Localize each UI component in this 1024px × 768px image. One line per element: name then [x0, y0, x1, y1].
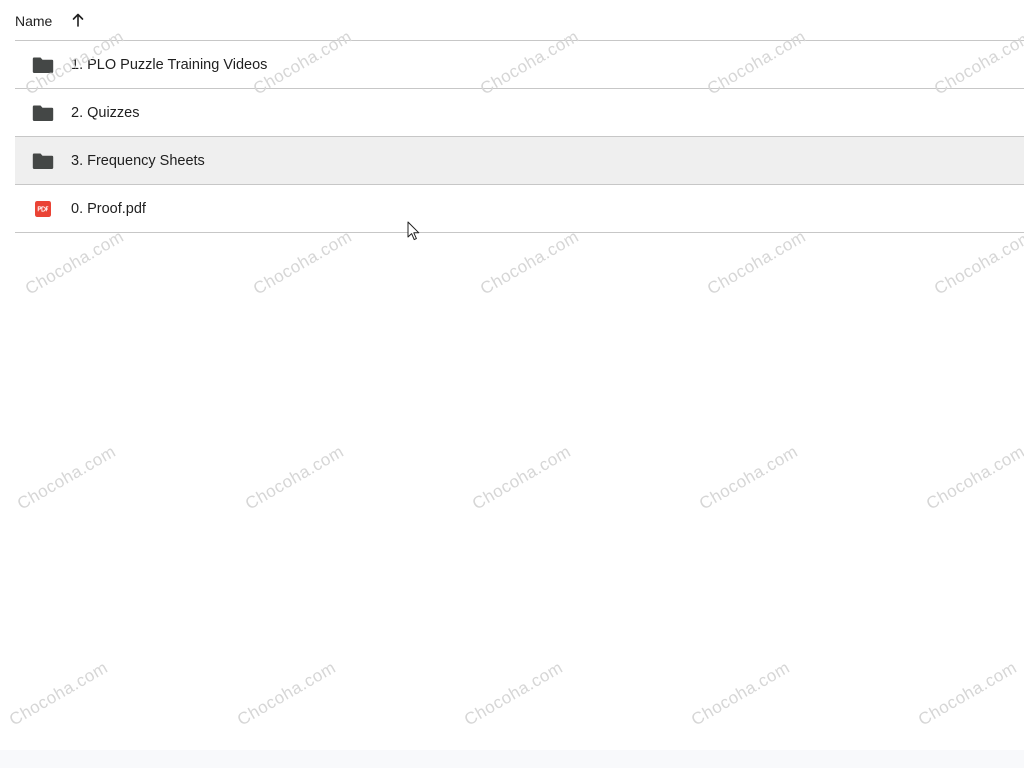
- watermark: Chocoha.com: [477, 226, 583, 299]
- file-browser: Name 1. PLO Puzzle Training Videos 2. Qu…: [0, 0, 1024, 768]
- file-row-quizzes[interactable]: 2. Quizzes: [15, 89, 1024, 137]
- watermark: Chocoha.com: [688, 657, 794, 730]
- watermark: Chocoha.com: [234, 657, 340, 730]
- sort-ascending-button[interactable]: [68, 10, 88, 30]
- watermark: Chocoha.com: [22, 226, 128, 299]
- folder-icon: [32, 150, 54, 172]
- arrow-up-icon: [73, 13, 84, 27]
- file-name: 0. Proof.pdf: [71, 200, 146, 217]
- watermark: Chocoha.com: [461, 657, 567, 730]
- file-name: 2. Quizzes: [71, 104, 140, 121]
- folder-icon: [32, 102, 54, 124]
- watermark: Chocoha.com: [14, 441, 120, 514]
- watermark: Chocoha.com: [915, 657, 1021, 730]
- watermark: Chocoha.com: [704, 226, 810, 299]
- file-row-frequency-sheets[interactable]: 3. Frequency Sheets: [15, 137, 1024, 185]
- list-header: Name: [15, 0, 1024, 41]
- file-name: 3. Frequency Sheets: [71, 152, 205, 169]
- file-row-proof-pdf[interactable]: 0. Proof.pdf: [15, 185, 1024, 233]
- file-row-plo-puzzle-training-videos[interactable]: 1. PLO Puzzle Training Videos: [15, 41, 1024, 89]
- file-name: 1. PLO Puzzle Training Videos: [71, 56, 268, 73]
- file-list: 1. PLO Puzzle Training Videos 2. Quizzes…: [15, 41, 1024, 233]
- folder-icon: [32, 54, 54, 76]
- watermark: Chocoha.com: [250, 226, 356, 299]
- watermark: Chocoha.com: [923, 441, 1024, 514]
- bottom-strip: [0, 750, 1024, 768]
- name-column-header[interactable]: Name: [15, 13, 52, 29]
- mouse-pointer-icon: [407, 221, 420, 241]
- watermark: Chocoha.com: [6, 657, 112, 730]
- watermark: Chocoha.com: [931, 226, 1024, 299]
- watermark: Chocoha.com: [696, 441, 802, 514]
- watermark: Chocoha.com: [469, 441, 575, 514]
- watermark: Chocoha.com: [242, 441, 348, 514]
- pdf-icon: [32, 198, 54, 220]
